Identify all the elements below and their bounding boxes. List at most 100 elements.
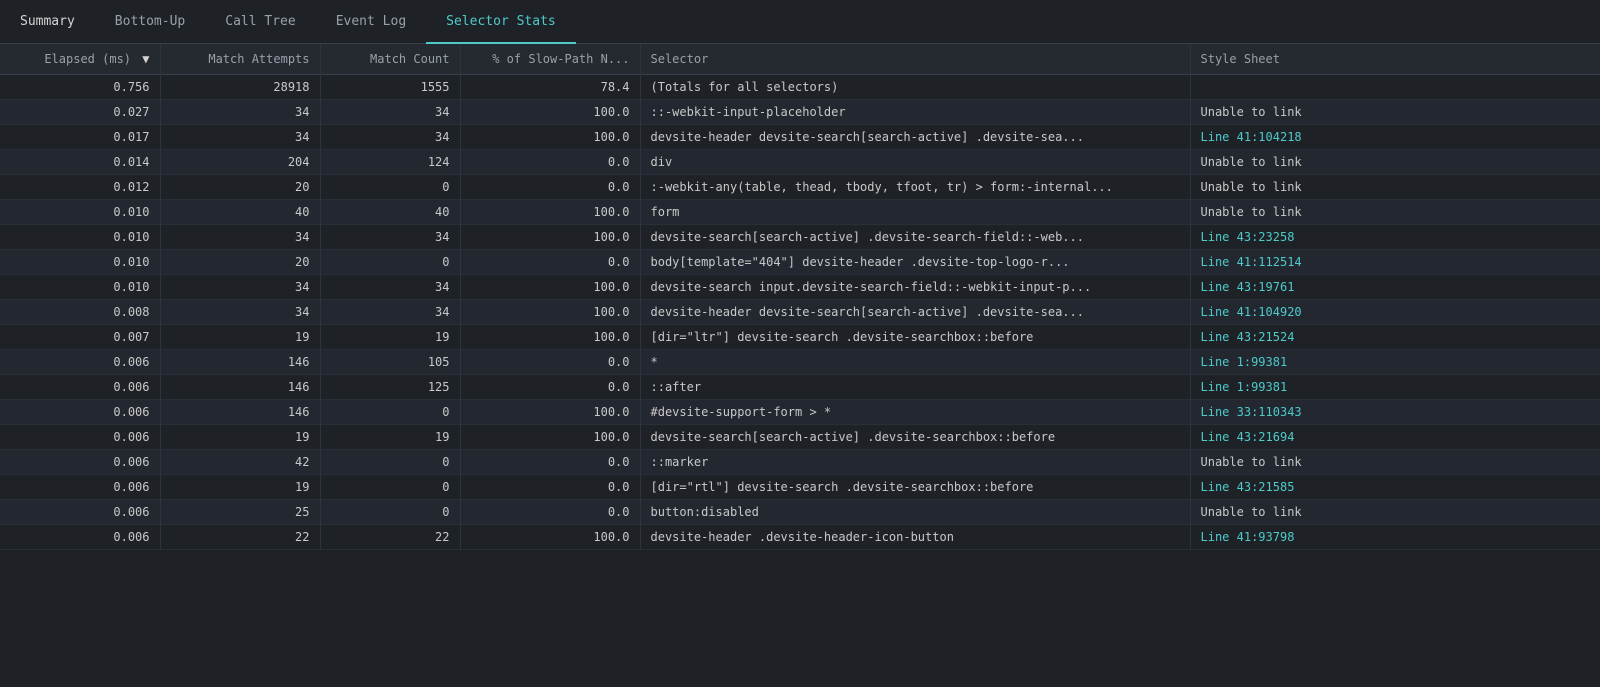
cell-elapsed: 0.006 <box>0 350 160 375</box>
cell-match-count: 0 <box>320 450 460 475</box>
cell-slow-path: 100.0 <box>460 525 640 550</box>
tab-bar: SummaryBottom-UpCall TreeEvent LogSelect… <box>0 0 1600 44</box>
cell-slow-path: 0.0 <box>460 375 640 400</box>
cell-selector: devsite-search[search-active] .devsite-s… <box>640 225 1190 250</box>
cell-stylesheet <box>1190 75 1600 100</box>
table-body: 0.75628918155578.4(Totals for all select… <box>0 75 1600 550</box>
cell-match-attempts: 146 <box>160 350 320 375</box>
cell-stylesheet[interactable]: Line 43:21694 <box>1190 425 1600 450</box>
cell-slow-path: 100.0 <box>460 300 640 325</box>
cell-match-attempts: 146 <box>160 375 320 400</box>
table-row[interactable]: 0.0173434100.0devsite-header devsite-sea… <box>0 125 1600 150</box>
cell-stylesheet[interactable]: Line 43:21585 <box>1190 475 1600 500</box>
cell-stylesheet[interactable]: Line 41:112514 <box>1190 250 1600 275</box>
cell-match-count: 0 <box>320 500 460 525</box>
cell-selector: ::after <box>640 375 1190 400</box>
cell-match-count: 1555 <box>320 75 460 100</box>
table-row[interactable]: 0.0061460100.0#devsite-support-form > *L… <box>0 400 1600 425</box>
col-header-selector[interactable]: Selector <box>640 44 1190 75</box>
cell-slow-path: 100.0 <box>460 100 640 125</box>
cell-selector: body[template="404"] devsite-header .dev… <box>640 250 1190 275</box>
cell-elapsed: 0.006 <box>0 375 160 400</box>
cell-elapsed: 0.008 <box>0 300 160 325</box>
cell-elapsed: 0.756 <box>0 75 160 100</box>
table-header: Elapsed (ms) ▼ Match Attempts Match Coun… <box>0 44 1600 75</box>
table-row[interactable]: 0.0062222100.0devsite-header .devsite-he… <box>0 525 1600 550</box>
cell-match-count: 34 <box>320 100 460 125</box>
cell-match-attempts: 19 <box>160 325 320 350</box>
cell-match-attempts: 34 <box>160 300 320 325</box>
tab-summary[interactable]: Summary <box>0 0 95 44</box>
cell-match-attempts: 34 <box>160 225 320 250</box>
cell-stylesheet[interactable]: Line 43:19761 <box>1190 275 1600 300</box>
col-header-stylesheet[interactable]: Style Sheet <box>1190 44 1600 75</box>
table-row[interactable]: 0.0103434100.0devsite-search[search-acti… <box>0 225 1600 250</box>
table-row[interactable]: 0.0142041240.0divUnable to link <box>0 150 1600 175</box>
table-row[interactable]: 0.0061900.0[dir="rtl"] devsite-search .d… <box>0 475 1600 500</box>
cell-match-attempts: 204 <box>160 150 320 175</box>
cell-elapsed: 0.017 <box>0 125 160 150</box>
cell-slow-path: 0.0 <box>460 150 640 175</box>
col-header-elapsed[interactable]: Elapsed (ms) ▼ <box>0 44 160 75</box>
table-row[interactable]: 0.0061461050.0*Line 1:99381 <box>0 350 1600 375</box>
cell-stylesheet[interactable]: Line 1:99381 <box>1190 350 1600 375</box>
cell-slow-path: 100.0 <box>460 325 640 350</box>
sort-arrow-icon: ▼ <box>142 52 149 66</box>
cell-match-count: 0 <box>320 250 460 275</box>
table-row[interactable]: 0.0102000.0body[template="404"] devsite-… <box>0 250 1600 275</box>
table-row[interactable]: 0.0071919100.0[dir="ltr"] devsite-search… <box>0 325 1600 350</box>
table-row[interactable]: 0.0061919100.0devsite-search[search-acti… <box>0 425 1600 450</box>
cell-elapsed: 0.006 <box>0 400 160 425</box>
cell-elapsed: 0.006 <box>0 500 160 525</box>
cell-match-count: 40 <box>320 200 460 225</box>
cell-elapsed: 0.006 <box>0 450 160 475</box>
table-row[interactable]: 0.0104040100.0formUnable to link <box>0 200 1600 225</box>
cell-match-attempts: 28918 <box>160 75 320 100</box>
cell-elapsed: 0.010 <box>0 225 160 250</box>
cell-stylesheet[interactable]: Line 41:104920 <box>1190 300 1600 325</box>
cell-stylesheet[interactable]: Line 43:23258 <box>1190 225 1600 250</box>
cell-elapsed: 0.010 <box>0 275 160 300</box>
cell-selector: button:disabled <box>640 500 1190 525</box>
cell-elapsed: 0.006 <box>0 475 160 500</box>
cell-match-count: 0 <box>320 475 460 500</box>
cell-selector: form <box>640 200 1190 225</box>
table-row[interactable]: 0.0062500.0button:disabledUnable to link <box>0 500 1600 525</box>
cell-elapsed: 0.007 <box>0 325 160 350</box>
cell-slow-path: 100.0 <box>460 400 640 425</box>
cell-match-count: 124 <box>320 150 460 175</box>
cell-selector: ::marker <box>640 450 1190 475</box>
cell-match-count: 19 <box>320 425 460 450</box>
cell-selector: devsite-header devsite-search[search-act… <box>640 300 1190 325</box>
col-header-match-attempts[interactable]: Match Attempts <box>160 44 320 75</box>
cell-match-count: 34 <box>320 300 460 325</box>
cell-match-count: 105 <box>320 350 460 375</box>
table-row[interactable]: 0.0103434100.0devsite-search input.devsi… <box>0 275 1600 300</box>
cell-stylesheet[interactable]: Line 41:104218 <box>1190 125 1600 150</box>
tab-selector-stats[interactable]: Selector Stats <box>426 0 576 44</box>
cell-stylesheet[interactable]: Line 43:21524 <box>1190 325 1600 350</box>
tab-bottom-up[interactable]: Bottom-Up <box>95 0 205 44</box>
tab-call-tree[interactable]: Call Tree <box>205 0 315 44</box>
cell-match-count: 125 <box>320 375 460 400</box>
cell-selector: (Totals for all selectors) <box>640 75 1190 100</box>
table-row[interactable]: 0.0061461250.0::afterLine 1:99381 <box>0 375 1600 400</box>
cell-stylesheet[interactable]: Line 33:110343 <box>1190 400 1600 425</box>
col-header-slow-path[interactable]: % of Slow-Path N... <box>460 44 640 75</box>
cell-match-count: 34 <box>320 275 460 300</box>
cell-stylesheet[interactable]: Line 1:99381 <box>1190 375 1600 400</box>
table-row[interactable]: 0.0273434100.0::-webkit-input-placeholde… <box>0 100 1600 125</box>
cell-match-attempts: 40 <box>160 200 320 225</box>
table-row[interactable]: 0.0064200.0::markerUnable to link <box>0 450 1600 475</box>
col-header-match-count[interactable]: Match Count <box>320 44 460 75</box>
table-row[interactable]: 0.0122000.0:-webkit-any(table, thead, tb… <box>0 175 1600 200</box>
cell-match-attempts: 22 <box>160 525 320 550</box>
tab-event-log[interactable]: Event Log <box>316 0 426 44</box>
cell-slow-path: 0.0 <box>460 175 640 200</box>
cell-selector: devsite-search input.devsite-search-fiel… <box>640 275 1190 300</box>
cell-match-attempts: 34 <box>160 100 320 125</box>
cell-stylesheet[interactable]: Line 41:93798 <box>1190 525 1600 550</box>
table-row[interactable]: 0.75628918155578.4(Totals for all select… <box>0 75 1600 100</box>
cell-match-attempts: 25 <box>160 500 320 525</box>
table-row[interactable]: 0.0083434100.0devsite-header devsite-sea… <box>0 300 1600 325</box>
